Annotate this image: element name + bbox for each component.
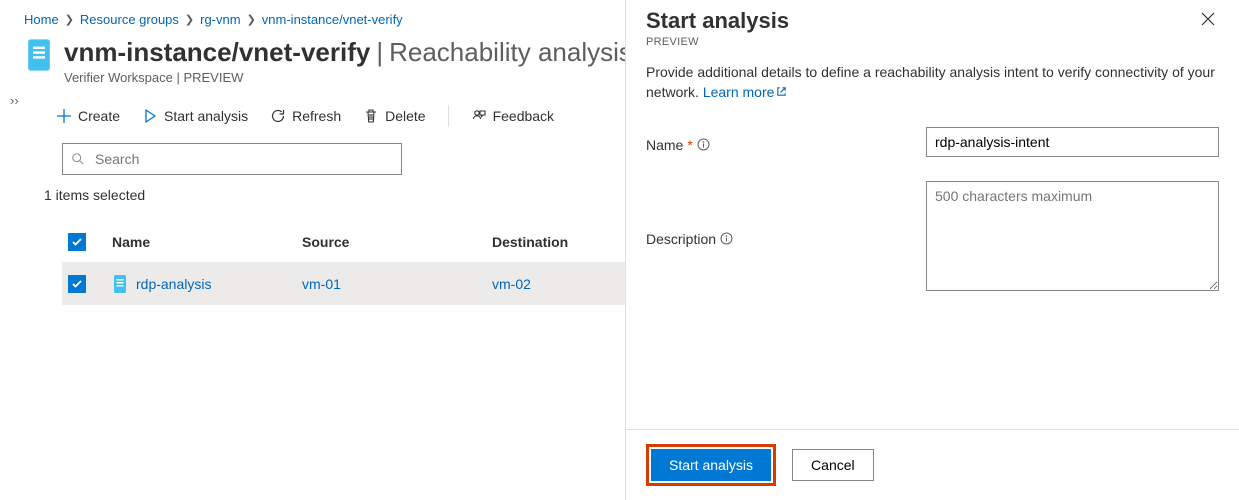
refresh-icon (270, 108, 286, 124)
refresh-label: Refresh (292, 108, 341, 124)
col-source[interactable]: Source (302, 234, 492, 250)
breadcrumb-resource-groups[interactable]: Resource groups (80, 12, 179, 27)
required-indicator: * (687, 137, 692, 153)
info-icon[interactable] (697, 138, 710, 151)
analysis-icon (112, 274, 128, 294)
info-icon[interactable] (720, 232, 733, 245)
create-label: Create (78, 108, 120, 124)
row-checkbox[interactable] (68, 275, 86, 293)
learn-more-link[interactable]: Learn more (703, 84, 788, 100)
chevron-right-icon: ❯ (185, 13, 194, 26)
refresh-button[interactable]: Refresh (270, 108, 341, 124)
name-label: Name * (646, 127, 916, 157)
page-title: vnm-instance/vnet-verify (64, 37, 370, 68)
panel-title: Start analysis (646, 8, 789, 34)
page-subtitle: Verifier Workspace | PREVIEW (64, 70, 632, 85)
row-source[interactable]: vm-01 (302, 276, 341, 292)
start-analysis-submit[interactable]: Start analysis (651, 449, 771, 481)
row-destination[interactable]: vm-02 (492, 276, 531, 292)
breadcrumb-resource[interactable]: vnm-instance/vnet-verify (262, 12, 403, 27)
create-button[interactable]: Create (56, 108, 120, 124)
breadcrumb-home[interactable]: Home (24, 12, 59, 27)
select-all-checkbox[interactable] (68, 233, 86, 251)
title-separator: | (376, 37, 383, 68)
start-analysis-panel: Start analysis PREVIEW Provide additiona… (625, 0, 1239, 500)
external-link-icon (776, 82, 787, 102)
description-label: Description (646, 181, 916, 291)
close-button[interactable] (1197, 8, 1219, 33)
delete-button[interactable]: Delete (363, 108, 425, 124)
delete-label: Delete (385, 108, 425, 124)
cancel-button[interactable]: Cancel (792, 449, 874, 481)
play-icon (142, 108, 158, 124)
panel-description: Provide additional details to define a r… (646, 62, 1219, 103)
page-section: Reachability analysis (389, 37, 632, 68)
verifier-workspace-icon (24, 37, 54, 73)
description-field[interactable] (926, 181, 1219, 291)
chevron-right-icon: ❯ (65, 13, 74, 26)
col-name[interactable]: Name (112, 234, 302, 250)
trash-icon (363, 108, 379, 124)
breadcrumb-group[interactable]: rg-vnm (200, 12, 240, 27)
name-field[interactable] (926, 127, 1219, 157)
search-icon (71, 152, 85, 166)
plus-icon (56, 108, 72, 124)
start-analysis-label: Start analysis (164, 108, 248, 124)
expand-icon[interactable]: ›› (4, 92, 25, 109)
search-input[interactable] (93, 150, 393, 168)
row-name[interactable]: rdp-analysis (136, 276, 211, 292)
feedback-button[interactable]: Feedback (471, 108, 554, 124)
feedback-label: Feedback (493, 108, 554, 124)
panel-subtitle: PREVIEW (646, 36, 789, 48)
close-icon (1201, 12, 1215, 26)
start-analysis-button[interactable]: Start analysis (142, 108, 248, 124)
chevron-right-icon: ❯ (247, 13, 256, 26)
search-input-wrap[interactable] (62, 143, 402, 175)
primary-highlight: Start analysis (646, 444, 776, 486)
toolbar-separator (448, 105, 449, 127)
feedback-icon (471, 108, 487, 124)
